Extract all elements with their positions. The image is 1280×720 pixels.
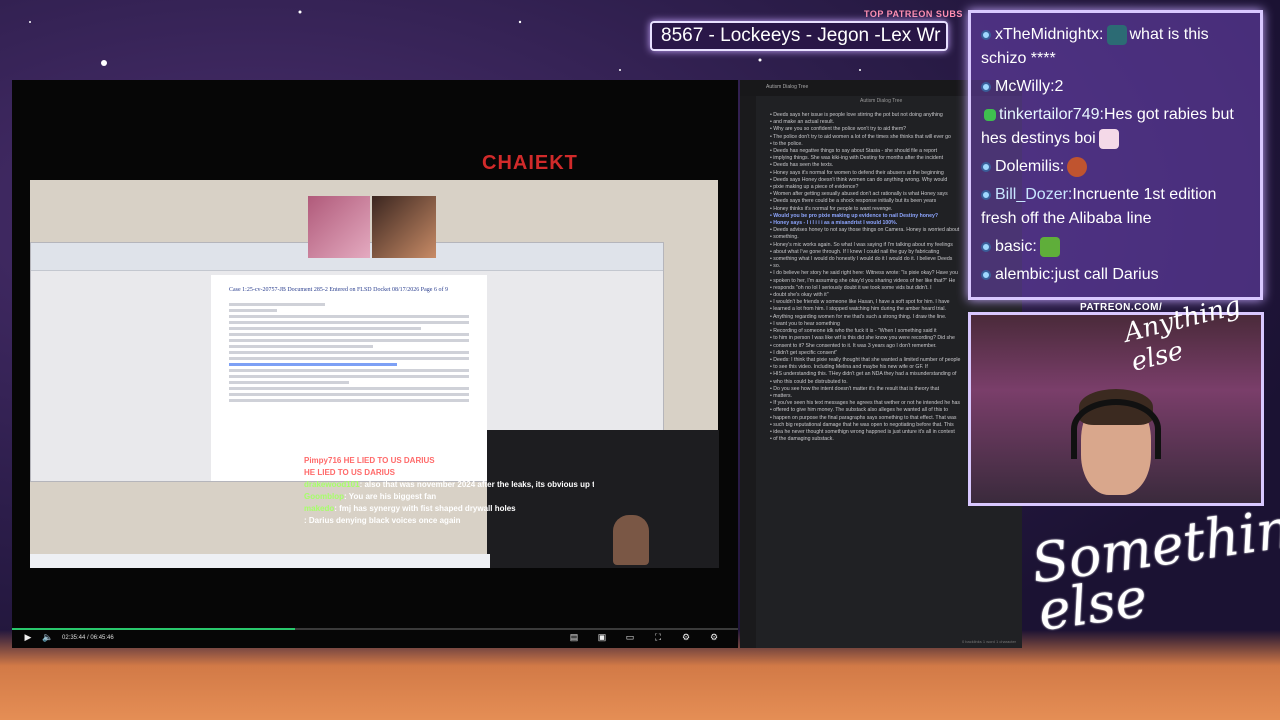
ticker-text: 8567 - Lockeeys - Jegon -Lex Wr (661, 25, 941, 46)
chat-username: Dolemilis: (995, 158, 1065, 175)
video-banner-title: CHAIEKT (482, 152, 578, 174)
settings-icon[interactable]: ⚙ (680, 632, 692, 644)
chat-message: Dolemilis: (981, 155, 1250, 179)
volume-icon[interactable]: 🔈 (42, 632, 54, 644)
chat-username: Bill_Dozer: (995, 186, 1073, 203)
notes-sidebar-ribbon (740, 96, 756, 648)
tab-autism-dialog-tree[interactable]: Autism Dialog Tree (766, 84, 808, 90)
chat-message: xTheMidnightx: what is this schizo **** (981, 23, 1250, 71)
chat-text: 2 (1054, 78, 1064, 95)
emote-icon (1098, 128, 1119, 149)
chat-badge-icon (981, 241, 991, 252)
chat-badge-icon (981, 269, 991, 280)
chat-badge-icon (981, 29, 991, 40)
chat-message: McWilly:2 (981, 75, 1250, 99)
overlay-chat-line: Pimpy716 HE LIED TO US DARIUS (304, 456, 435, 465)
gear-icon[interactable]: ⚙ (708, 632, 720, 644)
overlay-chat-line: Goomblop: You are his biggest fan (304, 492, 437, 501)
emote-icon (1067, 156, 1088, 177)
theater-icon[interactable]: ▭ (624, 632, 636, 644)
fullscreen-icon[interactable]: ⛶ (652, 632, 664, 644)
notes-line: • I wouldn't be friends w someone like H… (770, 299, 950, 306)
thumbnail-image-2 (372, 196, 436, 258)
something-else-logo: Something else (1027, 491, 1280, 644)
overlay-chat-line: makedo: fmj has synergy with fist shaped… (304, 504, 516, 513)
top-patreon-subs-ticker: 8567 - Lockeeys - Jegon -Lex Wr (650, 21, 948, 51)
chat-badge-icon (981, 189, 991, 200)
notes-document-title: Autism Dialog Tree (860, 98, 903, 104)
chat-message: alembic:just call Darius (981, 263, 1250, 287)
chapters-icon[interactable]: ▤ (568, 632, 580, 644)
stream-chat-panel: xTheMidnightx: what is this schizo **** M… (968, 10, 1263, 300)
chat-message: basic: (981, 235, 1250, 259)
player-controls: ▶ 🔈 02:35:44 / 06:45:46 ▤ ▣ ▭ ⛶ ⚙ ⚙ (12, 628, 738, 648)
video-time: 02:35:44 / 06:45:46 (62, 635, 114, 641)
emote-icon (1039, 236, 1060, 257)
chat-username: basic: (995, 238, 1037, 255)
overlay-chat-line: HE LIED TO US DARIUS (304, 468, 395, 477)
court-document-header: Case 1:25-cv-20757-JB Document 285-2 Ent… (229, 287, 448, 293)
chat-badge-icon (981, 161, 991, 172)
camera-person (613, 515, 649, 565)
overlay-chat-line: : Darius denying black voices once again (304, 516, 461, 525)
thumbnail-image-1 (308, 196, 370, 258)
emote-icon (1106, 24, 1127, 45)
play-icon[interactable]: ▶ (22, 632, 34, 644)
overlay-chat-line: drakewood101: also that was november 202… (304, 480, 594, 489)
court-document-page: Case 1:25-cv-20757-JB Document 285-2 Ent… (211, 275, 487, 481)
chat-text: just call Darius (1054, 266, 1159, 283)
notes-status-bar: 0 backlinks 1 word 1 character (961, 639, 1016, 644)
chat-badge-icon (981, 81, 991, 92)
chat-username: tinkertailor749: (999, 106, 1104, 123)
chat-username: McWilly: (995, 78, 1055, 95)
chat-username: xTheMidnightx: (995, 26, 1104, 43)
badge-icon (984, 108, 996, 121)
clip-icon[interactable]: ▣ (596, 632, 608, 644)
top-patreon-subs-label: TOP PATREON SUBS (864, 9, 963, 19)
chat-message: tinkertailor749:Hes got rabies but hes d… (981, 103, 1250, 151)
chat-message: Bill_Dozer:Incruente 1st edition fresh o… (981, 183, 1250, 231)
headset-icon (1071, 399, 1161, 459)
chat-username: alembic: (995, 266, 1055, 283)
video-chat-overlay: Pimpy716 HE LIED TO US DARIUS HE LIED TO… (304, 456, 594, 566)
